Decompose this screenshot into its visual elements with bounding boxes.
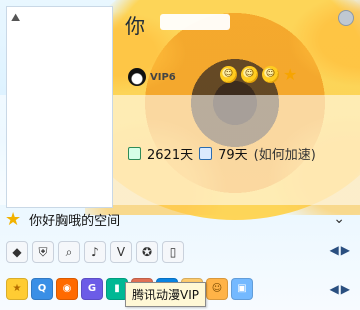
qzone-star-icon: ★	[5, 208, 22, 230]
star-icon[interactable]: ★	[283, 65, 297, 84]
qzone-label[interactable]: 你好胸哦的空间	[29, 210, 120, 229]
accel-days: 79天	[218, 148, 248, 163]
next-arrow-icon[interactable]: ▶	[341, 282, 350, 296]
qq-profile-card: ⛰ 你 VIP6 ☺ ☺ ☺ ★ 2621天 79天 (如何加速) ★ 你好胸哦…	[0, 0, 360, 310]
online-days: 2621天	[147, 148, 194, 163]
search-icon[interactable]: ⌕	[58, 241, 80, 263]
smiley-icon[interactable]: ☺	[241, 66, 258, 83]
star-app-icon[interactable]: ★	[6, 278, 28, 300]
vip-level[interactable]: VIP6	[150, 72, 176, 83]
emoticon-row: ☺ ☺ ☺ ★	[220, 65, 297, 84]
v-icon[interactable]: V	[110, 241, 132, 263]
online-stats: 2621天 79天 (如何加速)	[128, 144, 316, 163]
book-icon[interactable]: ▯	[162, 241, 184, 263]
accel-days-icon	[199, 147, 213, 160]
user-name: 你	[125, 14, 146, 38]
qzone-row[interactable]: ★ 你好胸哦的空间 ⌄	[0, 205, 360, 233]
name-redaction	[160, 14, 230, 30]
online-days-icon	[128, 147, 141, 160]
app-tooltip: 腾讯动漫VIP	[125, 282, 206, 307]
shield-icon[interactable]: ⛨	[32, 241, 54, 263]
face-icon[interactable]: ☺	[206, 278, 228, 300]
next-arrow-icon[interactable]: ▶	[341, 243, 350, 257]
qq-penguin-icon	[128, 68, 146, 86]
smiley-icon[interactable]: ☺	[220, 66, 237, 83]
pet-icon[interactable]: ◉	[56, 278, 78, 300]
prev-arrow-icon[interactable]: ◀	[330, 243, 339, 257]
chevron-down-icon[interactable]: ⌄	[333, 211, 345, 227]
avatar[interactable]: ⛰	[6, 6, 113, 208]
panel-icon[interactable]: ▣	[231, 278, 253, 300]
star-icon[interactable]: ✪	[136, 241, 158, 263]
prev-arrow-icon[interactable]: ◀	[330, 282, 339, 296]
diamond-icon[interactable]: ◆	[6, 241, 28, 263]
avatar-badge-icon: ⛰	[11, 11, 21, 24]
smiley-icon[interactable]: ☺	[262, 66, 279, 83]
feature-toolbar: ◆ ⛨ ⌕ ♪ V ✪ ▯ ◀ ▶	[0, 238, 360, 266]
qzone-icon[interactable]: Q	[31, 278, 53, 300]
apps-arrows: ◀ ▶	[330, 282, 350, 296]
settings-icon[interactable]	[338, 10, 354, 26]
game-icon[interactable]: G	[81, 278, 103, 300]
how-to-accelerate-link[interactable]: (如何加速)	[254, 144, 316, 163]
music-icon[interactable]: ♪	[84, 241, 106, 263]
vip-row: VIP6	[128, 68, 176, 86]
toolbar-arrows: ◀ ▶	[330, 243, 350, 257]
